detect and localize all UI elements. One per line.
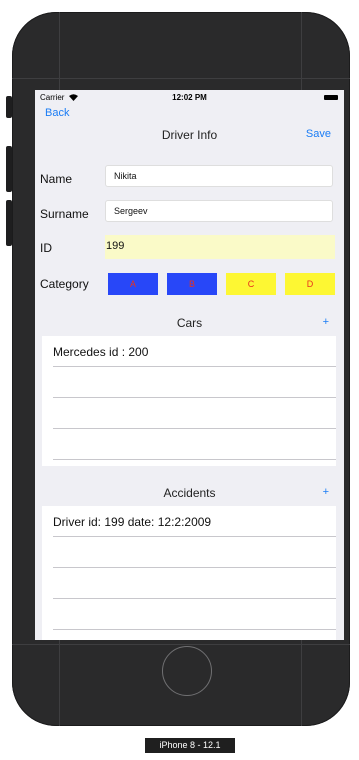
nav-title: Driver Info xyxy=(161,128,218,142)
category-b-button[interactable]: B xyxy=(167,273,217,295)
id-label: ID xyxy=(40,241,52,255)
status-time: 12:02 PM xyxy=(172,93,207,102)
home-button[interactable] xyxy=(162,646,212,696)
table-row[interactable] xyxy=(53,398,336,429)
accidents-header: Accidents xyxy=(163,486,216,500)
name-input[interactable]: Nikita xyxy=(105,165,333,187)
save-button[interactable]: Save xyxy=(306,128,331,140)
frame-guide-line xyxy=(12,78,350,79)
volume-down-button xyxy=(6,200,12,246)
table-row[interactable] xyxy=(53,599,336,630)
table-row[interactable]: Mercedes id : 200 xyxy=(53,336,336,367)
car-row-text: Mercedes id : 200 xyxy=(53,345,149,359)
cars-table: Mercedes id : 200 xyxy=(42,336,336,466)
add-accident-button[interactable]: + xyxy=(323,486,329,498)
app-screen: Carrier 12:02 PM Back Driver Info Save N… xyxy=(35,90,344,640)
battery-icon xyxy=(324,95,338,100)
category-c-button[interactable]: C xyxy=(226,273,276,295)
table-row[interactable] xyxy=(53,537,336,568)
back-button[interactable]: Back xyxy=(45,107,69,119)
id-input[interactable]: 199 xyxy=(105,235,335,259)
frame-guide-line xyxy=(12,644,350,645)
accident-row-text: Driver id: 199 date: 12:2:2009 xyxy=(53,515,212,529)
category-a-button[interactable]: A xyxy=(108,273,158,295)
table-row[interactable] xyxy=(53,367,336,398)
device-caption: iPhone 8 - 12.1 xyxy=(145,738,235,753)
surname-input[interactable]: Sergeev xyxy=(105,200,333,222)
surname-label: Surname xyxy=(40,207,89,221)
table-row[interactable] xyxy=(53,429,336,460)
status-bar: Carrier 12:02 PM xyxy=(35,90,344,106)
table-row[interactable]: Driver id: 199 date: 12:2:2009 xyxy=(53,506,336,537)
add-car-button[interactable]: + xyxy=(323,316,329,328)
accidents-table: Driver id: 199 date: 12:2:2009 xyxy=(42,506,336,640)
mute-switch xyxy=(6,96,12,118)
category-label: Category xyxy=(40,277,89,291)
volume-up-button xyxy=(6,146,12,192)
table-row[interactable] xyxy=(53,568,336,599)
cars-header: Cars xyxy=(176,316,203,330)
category-d-button[interactable]: D xyxy=(285,273,335,295)
name-label: Name xyxy=(40,172,73,186)
